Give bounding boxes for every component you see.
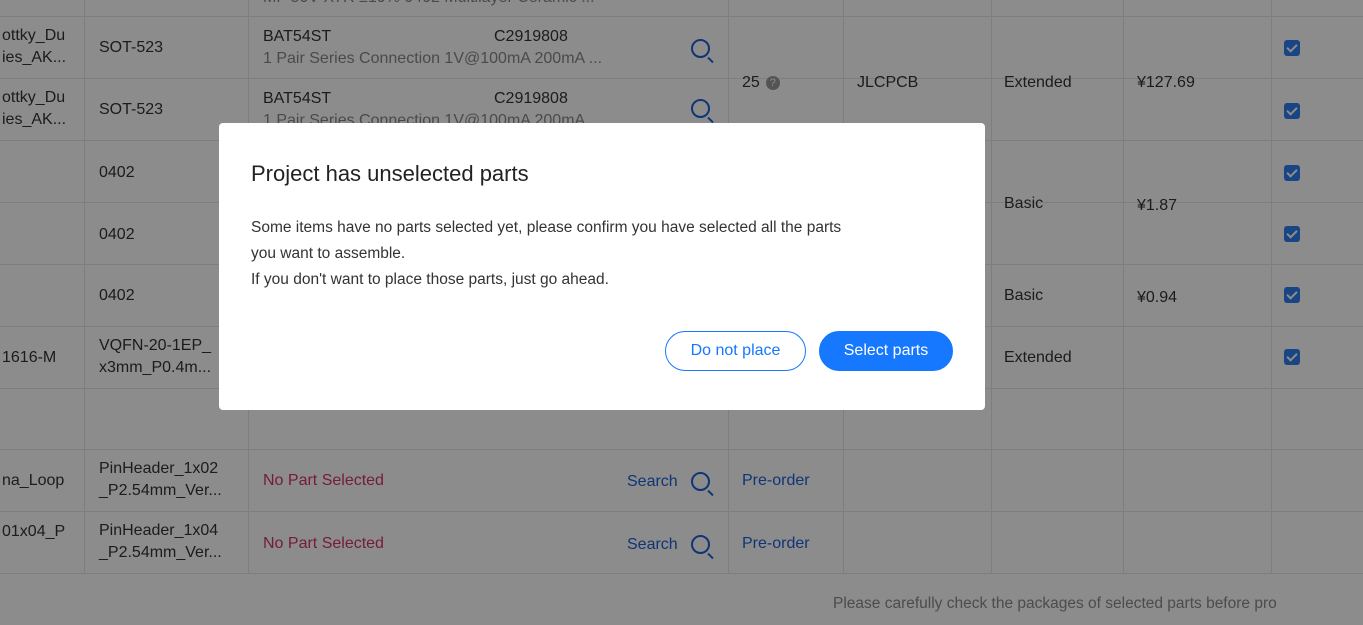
- unselected-parts-dialog: Project has unselected parts Some items …: [219, 123, 985, 410]
- dialog-message-line: If you don't want to place those parts, …: [251, 271, 609, 288]
- dialog-title: Project has unselected parts: [251, 161, 529, 186]
- dialog-message-line: Some items have no parts selected yet, p…: [251, 219, 842, 236]
- dialog-message-line: you want to assemble.: [251, 245, 406, 262]
- select-parts-button[interactable]: Select parts: [819, 331, 953, 371]
- dialog-message: Some items have no parts selected yet, p…: [251, 215, 961, 293]
- do-not-place-button[interactable]: Do not place: [665, 331, 806, 371]
